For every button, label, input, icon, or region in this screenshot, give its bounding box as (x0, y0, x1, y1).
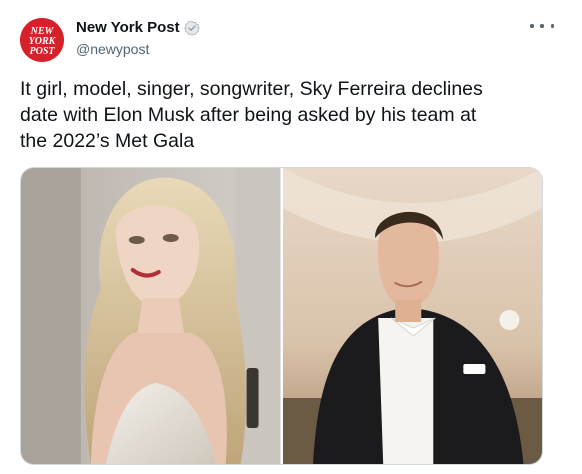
more-options-icon[interactable] (530, 18, 554, 34)
tweet-text-line: It girl, model, singer, songwriter, Sky … (20, 78, 483, 100)
tweet-text: It girl, model, singer, songwriter, Sky … (20, 76, 560, 154)
tweet-text-line: the 2022’s Met Gala (20, 130, 195, 152)
photo-right[interactable] (282, 168, 542, 464)
author-row: New York Post (76, 19, 200, 36)
avatar[interactable]: NEW YORK POST (20, 18, 64, 62)
verified-badge-icon (183, 20, 200, 36)
author-handle[interactable]: @newypost (76, 41, 149, 57)
tweet-media (20, 167, 543, 465)
new-york-post-logo: NEW YORK POST (20, 18, 64, 62)
photo-left[interactable] (21, 168, 281, 464)
display-name[interactable]: New York Post (76, 19, 180, 36)
tweet-text-line: date with Elon Musk after being asked by… (20, 104, 477, 126)
tweet-card: NEW YORK POST New York Post @newypost It… (0, 0, 582, 474)
svg-text:POST: POST (30, 46, 56, 57)
